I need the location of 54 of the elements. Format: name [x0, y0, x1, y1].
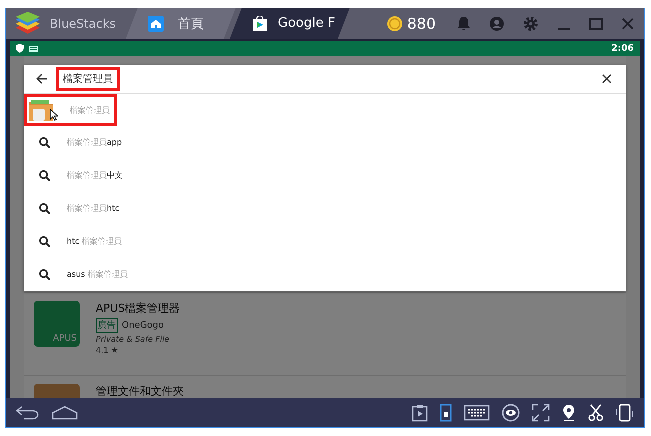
app-list-item[interactable]: APUS APUS檔案管理器 廣告 OneGogo Private & Safe File 4.1 ★	[24, 292, 626, 375]
suggestion-item[interactable]: 檔案管理員中文	[24, 159, 138, 192]
search-icon	[39, 170, 51, 182]
account-icon[interactable]	[489, 16, 505, 32]
search-field[interactable]: 檔案管理員	[56, 67, 120, 91]
suggestion-item[interactable]: htc 檔案管理員	[24, 225, 138, 258]
suggestion-text: 檔案管理員中文	[67, 170, 123, 181]
rotate-phone-icon[interactable]	[616, 402, 634, 422]
settings-icon[interactable]	[523, 16, 539, 32]
suggestion-text: asus 檔案管理員	[67, 269, 128, 280]
tab[interactable]: 首頁	[126, 8, 236, 39]
app-name: BlueStacks	[50, 16, 116, 30]
keyboard-icon	[29, 46, 38, 52]
keyboard-icon[interactable]	[464, 404, 490, 420]
eye-icon[interactable]	[502, 404, 520, 422]
home-icon[interactable]	[52, 406, 78, 420]
folder-app-icon	[28, 97, 54, 123]
suggestion-item[interactable]: 檔案管理員htc	[24, 192, 135, 225]
search-icon	[39, 236, 51, 248]
app-icon-label: APUS	[52, 333, 78, 346]
back-arrow-icon[interactable]	[36, 73, 48, 85]
cursor-icon	[50, 109, 58, 121]
clock: 2:06	[612, 44, 634, 54]
shield-icon	[16, 44, 24, 53]
scissors-icon[interactable]	[588, 404, 604, 422]
maximize-icon[interactable]	[589, 16, 603, 30]
app-tagline: Private & Safe File	[96, 335, 171, 344]
bell-icon[interactable]	[457, 16, 471, 32]
suggestion-text: htc 檔案管理員	[67, 236, 122, 247]
stacked-layers-icon	[14, 12, 42, 36]
suggestion-text: 檔案管理員app	[67, 137, 122, 148]
tab[interactable]: Google F	[230, 8, 350, 39]
search-icon	[39, 268, 51, 280]
app-rating: 4.1 ★	[96, 346, 120, 355]
suggestion-item[interactable]: 檔案管理員app	[24, 126, 138, 159]
house-icon	[148, 16, 164, 32]
app-title: APUS檔案管理器	[96, 301, 180, 316]
search-icon	[39, 136, 51, 148]
developer-name: OneGogo	[122, 320, 164, 330]
suggestion-text: 檔案管理員	[70, 104, 110, 116]
suggestion-text: 檔案管理員htc	[67, 203, 120, 214]
coin-icon	[387, 16, 404, 32]
expand-icon[interactable]	[532, 404, 550, 422]
shopping-bag-play-icon	[252, 16, 268, 32]
coin-count: 880	[407, 14, 436, 32]
ad-badge: 廣告	[96, 318, 118, 333]
search-icon	[39, 202, 51, 214]
phone-icon[interactable]	[440, 404, 452, 422]
location-pin-icon[interactable]	[562, 404, 576, 422]
clipboard-play-icon[interactable]	[412, 404, 428, 422]
back-arrow-icon[interactable]	[16, 406, 40, 420]
app-title: 管理文件和文件夾	[96, 384, 184, 398]
suggestion-item[interactable]: asus 檔案管理員	[24, 258, 143, 291]
close-icon[interactable]	[602, 74, 612, 84]
